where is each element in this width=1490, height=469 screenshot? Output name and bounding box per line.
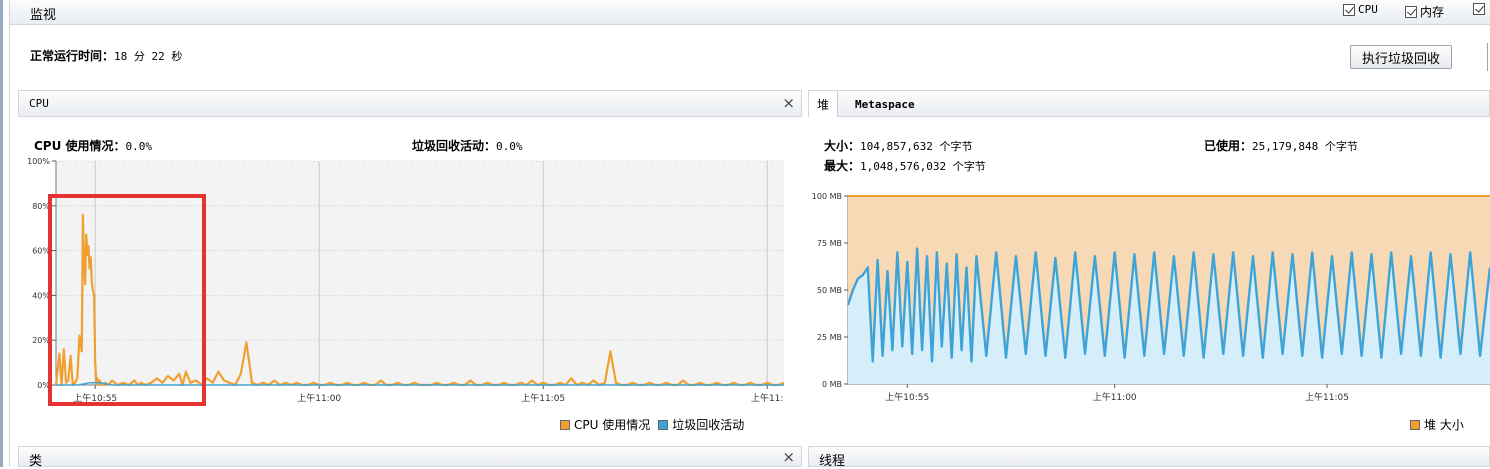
classes-panel-title: 类 xyxy=(29,454,43,469)
cpu-checkbox[interactable]: CPU xyxy=(1343,3,1378,16)
gc-activity-label: 垃圾回收活动： xyxy=(412,139,497,153)
threads-panel-header: 线程 xyxy=(808,446,1490,469)
uptime: 正常运行时间：18 分 22 秒 xyxy=(30,47,182,64)
toolbar-divider xyxy=(1487,43,1488,71)
heap-used-value: 25,179,848 个字节 xyxy=(1252,140,1358,153)
x-tick-label: 上午11: xyxy=(751,392,784,404)
heap-size-swatch xyxy=(1410,419,1420,430)
gc-activity-value: 0.0% xyxy=(496,140,523,153)
tab-heap[interactable]: 堆 xyxy=(809,91,839,117)
heap-used-label: 已使用： xyxy=(1204,139,1253,153)
y-tick-label: 0 MB xyxy=(822,380,842,389)
gc-activity-legend: 垃圾回收活动 xyxy=(672,418,745,432)
x-tick-label: 上午11:05 xyxy=(1305,391,1349,403)
check-icon xyxy=(1343,3,1355,16)
y-tick-label: 100% xyxy=(27,158,50,166)
cpu-usage-value: 0.0% xyxy=(125,140,153,153)
y-tick-label: 50 MB xyxy=(817,286,842,295)
cpu-usage-stat: CPU 使用情况：0.0% xyxy=(34,137,152,154)
close-icon[interactable]: × xyxy=(782,94,795,112)
uptime-value: 18 分 22 秒 xyxy=(114,50,183,63)
memory-checkbox[interactable]: 内存 xyxy=(1405,3,1444,20)
heap-max-stat: 最大：1,048,576,032 个字节 xyxy=(824,157,986,174)
y-tick-label: 25 MB xyxy=(817,333,842,342)
heap-size-legend: 堆 大小 xyxy=(1424,418,1464,432)
monitor-header: 监视 CPU 内存 xyxy=(10,0,1490,25)
tab-metaspace[interactable]: Metaspace xyxy=(847,91,923,117)
cpu-usage-swatch xyxy=(560,419,570,430)
heap-size-stat: 大小：104,857,632 个字节 xyxy=(824,137,973,154)
heap-max-value: 1,048,576,032 个字节 xyxy=(860,160,986,173)
y-tick-label: 75 MB xyxy=(817,239,842,248)
close-icon[interactable]: × xyxy=(782,448,795,466)
cpu-legend: CPU 使用情况 垃圾回收活动 xyxy=(552,416,744,433)
perform-gc-button[interactable]: 执行垃圾回收 xyxy=(1350,45,1452,69)
extra-checkbox[interactable] xyxy=(1473,3,1488,15)
gc-activity-stat: 垃圾回收活动：0.0% xyxy=(412,137,523,154)
cpu-checkbox-label: CPU xyxy=(1358,3,1378,16)
heap-size-value: 104,857,632 个字节 xyxy=(860,140,973,153)
heap-chart: 100 MB 75 MB 50 MB 25 MB 0 MB 上午10:55 上午11:00 上… xyxy=(812,192,1490,403)
heap-max-label: 最大： xyxy=(824,159,861,173)
heap-used-stat: 已使用：25,179,848 个字节 xyxy=(1204,137,1358,154)
heap-size-label: 大小： xyxy=(824,139,861,153)
classes-panel-header: 类 × xyxy=(18,446,802,469)
x-tick-label: 上午11:00 xyxy=(1093,391,1137,403)
uptime-label: 正常运行时间： xyxy=(30,49,115,63)
window-left-divider xyxy=(9,0,10,467)
x-tick-label: 上午11:00 xyxy=(297,392,341,404)
x-tick-label: 上午11:05 xyxy=(521,392,565,404)
cpu-usage-label: CPU 使用情况： xyxy=(34,139,126,153)
threads-panel-title: 线程 xyxy=(819,454,846,469)
heap-panel-header: 堆 Metaspace xyxy=(808,90,1490,117)
window-left-edge xyxy=(0,0,3,467)
heap-legend: 堆 大小 xyxy=(1402,416,1464,433)
cpu-panel-title: CPU xyxy=(29,97,49,110)
x-tick-label: 上午10:55 xyxy=(885,391,929,403)
y-tick-label: 100 MB xyxy=(812,192,842,201)
memory-checkbox-label: 内存 xyxy=(1420,5,1445,19)
cpu-usage-legend: CPU 使用情况 xyxy=(574,418,651,432)
highlight-box xyxy=(48,194,206,406)
monitor-title: 监视 xyxy=(30,8,57,23)
gc-activity-swatch xyxy=(658,419,669,430)
cpu-panel-header: CPU × xyxy=(18,90,802,117)
check-icon xyxy=(1405,5,1417,18)
check-icon xyxy=(1473,3,1485,15)
